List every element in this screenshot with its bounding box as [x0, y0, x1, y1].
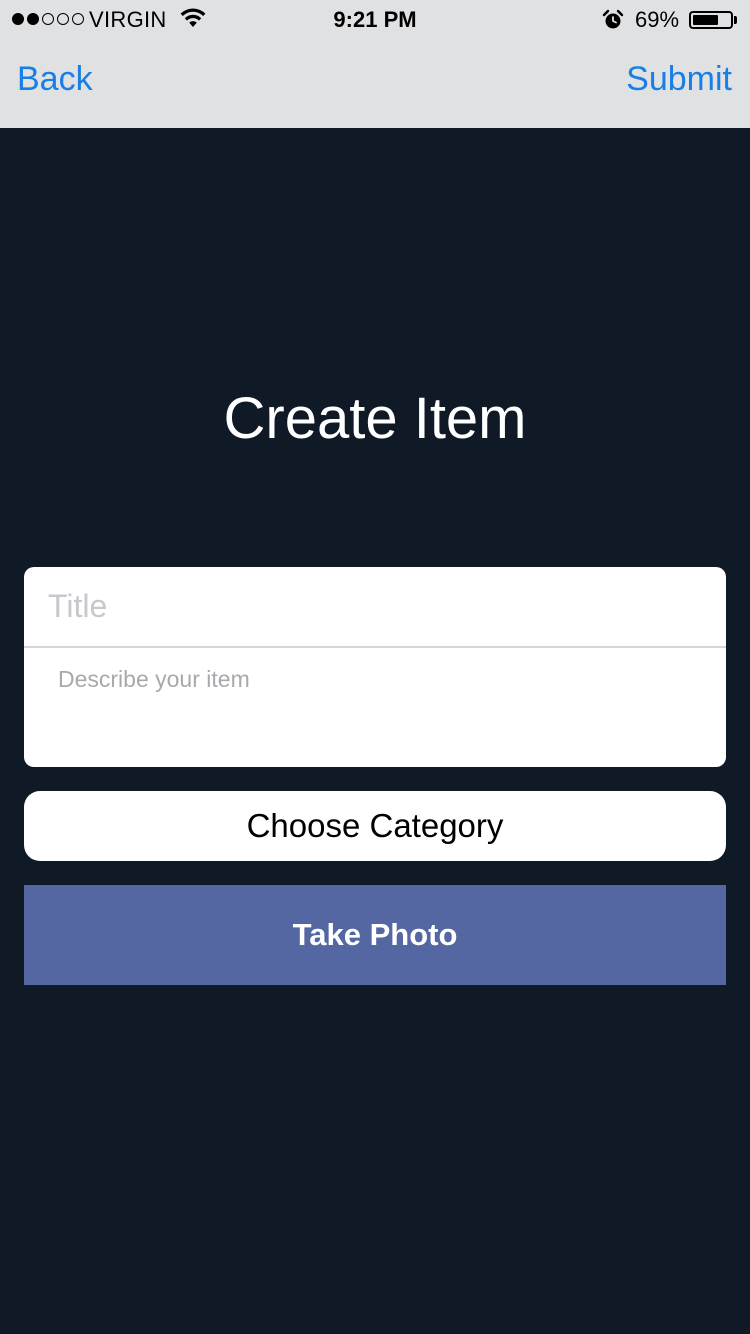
- back-button[interactable]: Back: [17, 60, 93, 99]
- title-input[interactable]: [24, 567, 726, 648]
- battery-percentage: 69%: [635, 7, 680, 32]
- top-bar: VIRGIN 9:21 PM 69% Back Submit: [0, 0, 750, 128]
- page-title: Create Item: [223, 386, 527, 451]
- status-bar: VIRGIN 9:21 PM 69%: [0, 0, 750, 40]
- item-form-card: [24, 567, 726, 767]
- alarm-clock-icon: [602, 9, 624, 37]
- submit-button[interactable]: Submit: [626, 60, 732, 99]
- create-item-screen: VIRGIN 9:21 PM 69% Back Submit Create It…: [0, 0, 750, 1334]
- take-photo-button[interactable]: Take Photo: [24, 885, 726, 985]
- battery-level-fill: [693, 15, 718, 25]
- description-input[interactable]: [24, 648, 726, 767]
- battery-icon: [689, 11, 733, 29]
- choose-category-button[interactable]: Choose Category: [24, 791, 726, 861]
- battery-tip: [734, 16, 737, 24]
